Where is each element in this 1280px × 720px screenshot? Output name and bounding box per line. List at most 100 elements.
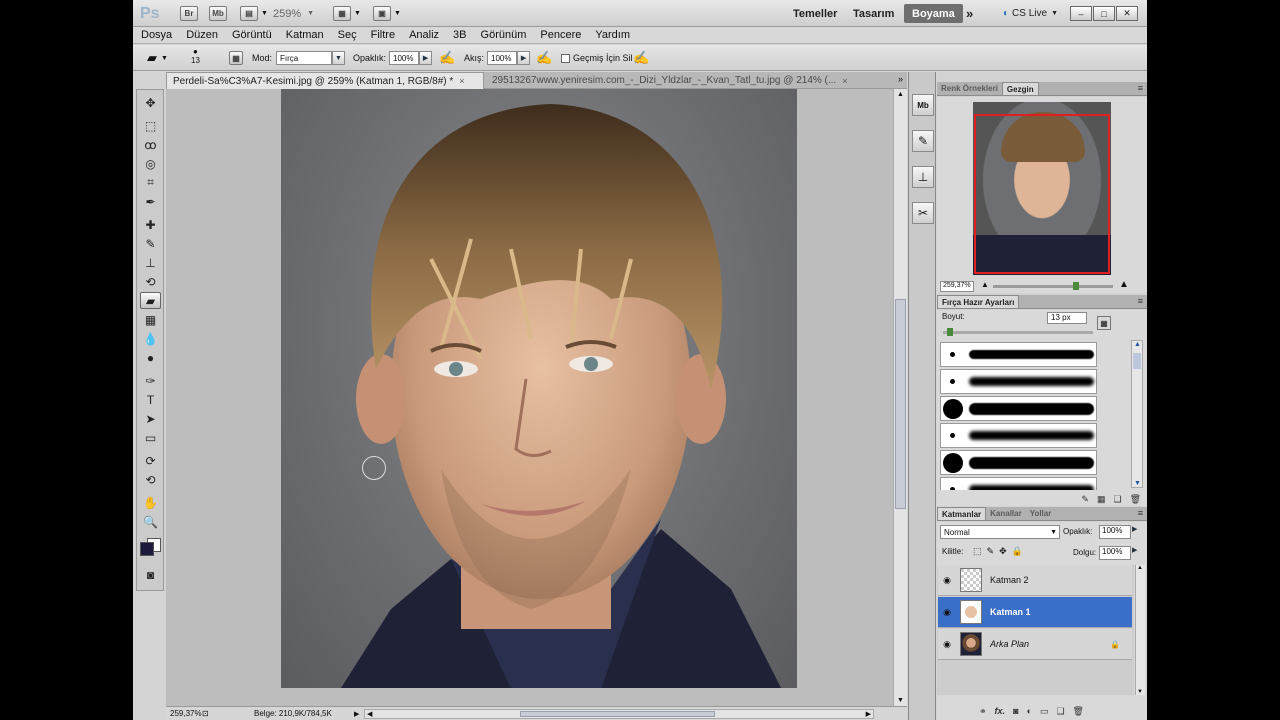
panel-menu-icon[interactable]: ≡ — [1138, 83, 1143, 93]
history-brush-tool[interactable]: ⟲ — [140, 273, 161, 290]
brush-panel-toggle[interactable]: ▦ — [229, 50, 243, 66]
lock-position-icon[interactable]: ✥ — [999, 546, 1007, 557]
brush-preset-row[interactable] — [940, 396, 1097, 421]
workspace-tasarim[interactable]: Tasarım — [845, 4, 902, 23]
close-button[interactable]: ✕ — [1116, 6, 1138, 21]
tab-kanallar[interactable]: Kanallar — [986, 507, 1026, 520]
arrange-documents-button[interactable]: ▦ ▼ — [333, 4, 361, 23]
mini-bridge-button[interactable]: Mb — [209, 4, 227, 23]
trash-icon[interactable]: 🗑 — [1130, 494, 1141, 505]
status-menu-arrow[interactable]: ▶ — [354, 710, 364, 718]
menu-pencere[interactable]: Pencere — [540, 29, 581, 41]
foreground-color-swatch[interactable] — [140, 542, 154, 556]
brush-panel-button[interactable]: ✎ — [912, 130, 934, 152]
eraser-tool[interactable]: ▰ — [140, 292, 161, 309]
brush-grid-icon[interactable]: ▦ — [1097, 494, 1106, 505]
eyedropper-tool[interactable]: ✒ — [140, 193, 161, 210]
type-tool[interactable]: T — [140, 391, 161, 408]
brush-preset-row[interactable] — [940, 342, 1097, 367]
layer-mask-icon[interactable]: ◙ — [1013, 706, 1018, 716]
menu-3b[interactable]: 3B — [453, 29, 466, 41]
crop-tool[interactable]: ⌗ — [140, 174, 161, 191]
menu-gorunum[interactable]: Görünüm — [481, 29, 527, 41]
brush-size-slider[interactable] — [943, 328, 1093, 336]
scroll-up-icon[interactable]: ▲ — [1137, 565, 1143, 571]
healing-brush-tool[interactable]: ✚ — [140, 216, 161, 233]
3d-rotate-tool[interactable]: ⟳ — [140, 452, 161, 469]
new-brush-icon[interactable]: ❏ — [1113, 494, 1121, 505]
status-preview-icon[interactable]: ⊡ — [202, 709, 214, 718]
layer-opacity-input[interactable]: 100% — [1099, 525, 1131, 539]
scroll-down-icon[interactable]: ▼ — [1134, 480, 1141, 487]
move-tool[interactable]: ✥ — [140, 94, 161, 111]
vertical-scroll-thumb[interactable] — [895, 299, 906, 509]
zoom-level-dropdown[interactable]: 259% ▼ — [273, 4, 314, 23]
screen-mode-button[interactable]: ▣ ▼ — [373, 4, 401, 23]
tabs-overflow-icon[interactable]: » — [898, 74, 903, 84]
navigator-thumbnail[interactable] — [973, 102, 1111, 275]
new-group-icon[interactable]: ▭ — [1040, 706, 1049, 717]
tab-renk-ornekleri[interactable]: Renk Örnekleri — [937, 82, 1002, 95]
navigator-zoom-field[interactable]: 259,37% — [940, 281, 974, 292]
horizontal-scroll-thumb[interactable] — [520, 710, 715, 717]
menu-filtre[interactable]: Filtre — [371, 29, 395, 41]
quick-mask-button[interactable]: ◙ — [140, 566, 161, 583]
navigator-zoom-slider-thumb[interactable] — [1073, 282, 1079, 290]
3d-orbit-tool[interactable]: ⟲ — [140, 471, 161, 488]
brush-tool[interactable]: ✎ — [140, 235, 161, 252]
clone-stamp-tool[interactable]: ⊥ — [140, 254, 161, 271]
zoom-field[interactable]: 259,37% — [166, 709, 202, 718]
quick-select-tool[interactable]: ◎ — [140, 155, 161, 172]
lock-transparency-icon[interactable]: ⬚ — [973, 546, 982, 557]
tab-gezgin[interactable]: Gezgin — [1001, 82, 1039, 95]
layer-style-icon[interactable]: fx. — [995, 706, 1006, 716]
cs-live-button[interactable]: ◐ CS Live ▼ — [995, 4, 1066, 23]
close-icon[interactable]: × — [842, 76, 847, 86]
path-select-tool[interactable]: ➤ — [140, 410, 161, 427]
tab-katmanlar[interactable]: Katmanlar — [937, 507, 987, 520]
lock-pixels-icon[interactable]: ✎ — [987, 546, 995, 557]
bridge-button[interactable]: Br — [180, 4, 198, 23]
layer-opacity-arrow[interactable]: ▶ — [1132, 525, 1142, 539]
link-layers-icon[interactable]: ⚭ — [979, 706, 987, 717]
flow-input[interactable]: 100% — [487, 51, 518, 65]
lasso-tool[interactable]: ꝏ — [140, 136, 161, 153]
brush-size-input[interactable]: 13 px — [1047, 312, 1087, 324]
scroll-down-icon[interactable]: ▼ — [897, 697, 904, 704]
eye-icon[interactable]: ◉ — [938, 607, 956, 618]
pressure-size-button[interactable]: ✍ — [633, 50, 649, 66]
dodge-tool[interactable]: ● — [140, 349, 161, 366]
mode-dropdown-button[interactable]: ▼ — [332, 51, 346, 65]
navigator-view-box[interactable] — [974, 114, 1110, 274]
brush-preset-row[interactable] — [940, 423, 1097, 448]
create-preset-button[interactable]: ▦ — [1097, 316, 1111, 330]
tab-yollar[interactable]: Yollar — [1026, 507, 1056, 520]
brush-size-slider-thumb[interactable] — [947, 328, 953, 336]
menu-katman[interactable]: Katman — [286, 29, 324, 41]
vertical-scrollbar[interactable]: ▲ ▼ — [893, 89, 907, 706]
marquee-tool[interactable]: ⬚ — [140, 117, 161, 134]
history-erase-checkbox[interactable] — [561, 53, 570, 63]
more-workspaces-button[interactable]: » — [958, 4, 981, 23]
view-extras-button[interactable]: ▤ ▼ — [240, 4, 268, 23]
airbrush-button[interactable]: ✍ — [536, 50, 552, 66]
fill-input[interactable]: 100% — [1099, 546, 1131, 560]
navigator-zoom-slider[interactable] — [993, 282, 1113, 290]
scroll-left-icon[interactable]: ◀ — [367, 710, 372, 718]
pressure-opacity-button[interactable]: ✍ — [439, 50, 455, 66]
fill-arrow[interactable]: ▶ — [1132, 546, 1142, 560]
trash-icon[interactable]: 🗑 — [1073, 706, 1084, 717]
horizontal-scrollbar[interactable]: ◀ ▶ — [364, 708, 874, 719]
panel-menu-icon[interactable]: ≡ — [1138, 508, 1143, 518]
brush-preset-row[interactable] — [940, 369, 1097, 394]
menu-goruntu[interactable]: Görüntü — [232, 29, 272, 41]
opacity-input[interactable]: 100% — [389, 51, 420, 65]
lock-all-icon[interactable]: 🔒 — [1012, 546, 1023, 557]
gradient-tool[interactable]: ▦ — [140, 311, 161, 328]
maximize-button[interactable]: □ — [1093, 6, 1115, 21]
menu-dosya[interactable]: Dosya — [141, 29, 172, 41]
layer-row-selected[interactable]: ◉ Katman 1 — [938, 597, 1132, 628]
blur-tool[interactable]: 💧 — [140, 330, 161, 347]
panel-menu-icon[interactable]: ≡ — [1138, 296, 1143, 306]
opacity-slider-button[interactable]: ▶ — [419, 51, 433, 65]
